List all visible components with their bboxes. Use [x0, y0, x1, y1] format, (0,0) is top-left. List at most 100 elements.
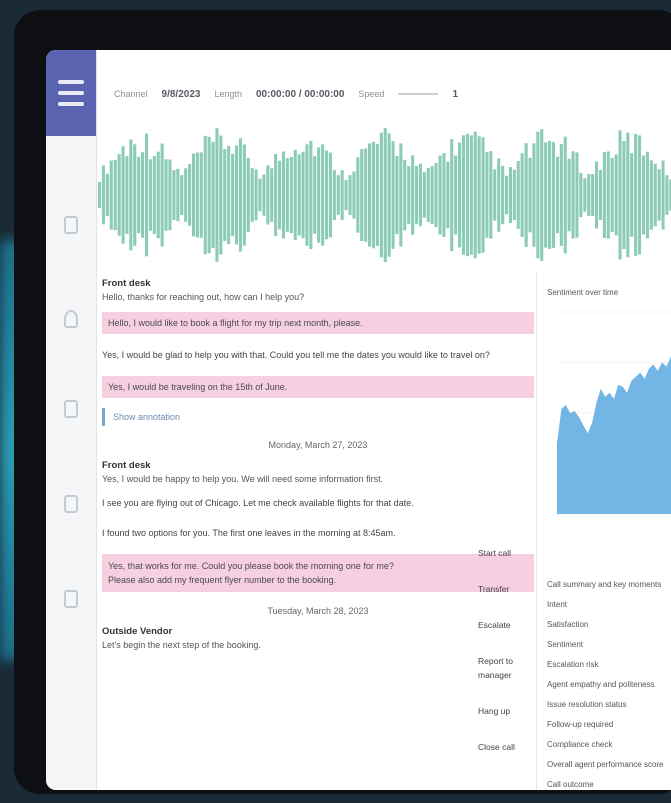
highlighted-transcript-block[interactable]: Yes, that works for me. Could you please…	[102, 554, 534, 592]
playback-header: Channel 9/8/2023 Length 00:00:00 / 00:00…	[114, 80, 458, 108]
waveform-bar	[336, 175, 340, 215]
waveform-bar	[238, 138, 242, 252]
waveform-bar	[469, 135, 473, 255]
insight-list-item[interactable]: Satisfaction	[547, 620, 671, 629]
waveform-bar	[442, 153, 446, 237]
menu-button[interactable]	[46, 50, 96, 136]
analytics-sidebar: Sentiment over time Call summary and key…	[536, 272, 671, 790]
waveform-bar	[164, 159, 168, 231]
waveform-bar	[438, 155, 442, 235]
waveform-bar	[368, 143, 372, 247]
transcript-line: Let's begin the next step of the booking…	[102, 640, 261, 650]
annotation-link[interactable]: Show annotation	[102, 408, 534, 426]
insight-list-item[interactable]: Follow-up required	[547, 720, 671, 729]
waveform-bar	[219, 135, 223, 255]
waveform-bar	[364, 148, 368, 242]
waveform-bar	[207, 136, 211, 254]
insight-list-item[interactable]: Overall agent performance score	[547, 760, 671, 769]
highlighted-line: Please also add my frequent flyer number…	[108, 575, 337, 585]
sentiment-chart	[557, 311, 671, 515]
highlighted-transcript-line[interactable]: Hello, I would like to book a flight for…	[102, 312, 534, 334]
highlighted-transcript-line[interactable]: Yes, I would be traveling on the 15th of…	[102, 376, 534, 398]
chart-title: Sentiment over time	[547, 288, 619, 297]
action-escalate[interactable]: Escalate	[478, 618, 518, 632]
waveform-bar	[642, 155, 646, 235]
channel-value: 9/8/2023	[161, 88, 201, 100]
insight-list-item[interactable]: Sentiment	[547, 640, 671, 649]
transcript-line: I found two options for you. The first o…	[102, 528, 396, 538]
hamburger-icon-bar	[58, 91, 84, 95]
chart-icon[interactable]	[64, 400, 78, 418]
waveform-bar	[250, 168, 254, 222]
insight-list-item[interactable]: Agent empathy and politeness	[547, 680, 671, 689]
waveform-bar	[383, 127, 387, 263]
waveform-bar	[105, 173, 109, 217]
waveform-bar	[328, 152, 332, 238]
waveform-bar	[501, 165, 505, 225]
waveform-bar	[579, 172, 583, 218]
waveform-bar	[270, 168, 274, 222]
action-report[interactable]: Report to manager	[478, 654, 518, 682]
speed-slider[interactable]	[398, 93, 439, 95]
audio-waveform[interactable]	[98, 120, 671, 270]
speaker-name: Front desk	[102, 460, 151, 471]
app-screen: Channel 9/8/2023 Length 00:00:00 / 00:00…	[46, 50, 671, 790]
navigation-rail	[46, 50, 97, 790]
waveform-bar	[387, 133, 391, 257]
waveform-bar	[493, 169, 497, 221]
waveform-bar	[145, 133, 149, 257]
waveform-bar	[101, 165, 105, 225]
action-transfer[interactable]: Transfer	[478, 582, 518, 596]
waveform-bar	[348, 175, 352, 215]
waveform-bar	[477, 136, 481, 254]
insight-list-item[interactable]: Call outcome	[547, 780, 671, 789]
action-start-call[interactable]: Start call	[478, 546, 518, 560]
waveform-bar	[512, 169, 516, 221]
speaker-name: Front desk	[102, 278, 151, 289]
call-actions: Start call Transfer Escalate Report to m…	[478, 546, 518, 754]
transcript-line: Yes, I would be happy to help you. We wi…	[102, 474, 384, 484]
insight-list-item[interactable]: Escalation risk	[547, 660, 671, 669]
speed-label: Speed	[358, 89, 385, 99]
waveform-bar	[180, 175, 184, 215]
insight-list-item[interactable]: Call summary and key moments	[547, 580, 671, 589]
waveform-bar	[297, 154, 301, 236]
waveform-bar	[485, 152, 489, 238]
transcript-line: Yes, I would be glad to help you with th…	[102, 350, 490, 360]
waveform-bar	[109, 160, 113, 230]
insight-list-item[interactable]: Issue resolution status	[547, 700, 671, 709]
waveform-bar	[340, 170, 344, 220]
waveform-bar	[567, 158, 571, 232]
waveform-bar	[281, 151, 285, 239]
insight-list-item[interactable]: Intent	[547, 600, 671, 609]
action-hang-up[interactable]: Hang up	[478, 704, 518, 718]
waveform-bar	[148, 159, 152, 231]
waveform-bar	[418, 163, 422, 227]
document-icon[interactable]	[64, 216, 78, 234]
insight-list-item[interactable]: Compliance check	[547, 740, 671, 749]
waveform-bar	[242, 144, 246, 246]
waveform-bar	[551, 142, 555, 248]
action-close-call[interactable]: Close call	[478, 740, 518, 754]
waveform-bar	[266, 165, 270, 225]
waveform-bar	[168, 159, 172, 231]
transcript-panel: Front desk Hello, thanks for reaching ou…	[102, 272, 534, 790]
settings-icon[interactable]	[64, 590, 78, 608]
waveform-bar	[403, 159, 407, 231]
waveform-bar	[227, 145, 231, 244]
waveform-bar	[188, 164, 192, 226]
waveform-bar	[665, 175, 669, 215]
waveform-bar	[195, 152, 199, 238]
sentiment-area	[557, 356, 671, 514]
waveform-bar	[379, 132, 383, 258]
waveform-bar	[391, 141, 395, 249]
waveform-bar	[254, 169, 258, 221]
waveform-bar	[630, 153, 634, 237]
waveform-bar	[215, 128, 219, 262]
waveform-bar	[505, 175, 509, 215]
waveform-bar	[430, 166, 434, 224]
waveform-bar	[434, 162, 438, 228]
waveform-bar	[645, 151, 649, 239]
user-icon[interactable]	[64, 310, 78, 328]
lock-icon[interactable]	[64, 495, 78, 513]
